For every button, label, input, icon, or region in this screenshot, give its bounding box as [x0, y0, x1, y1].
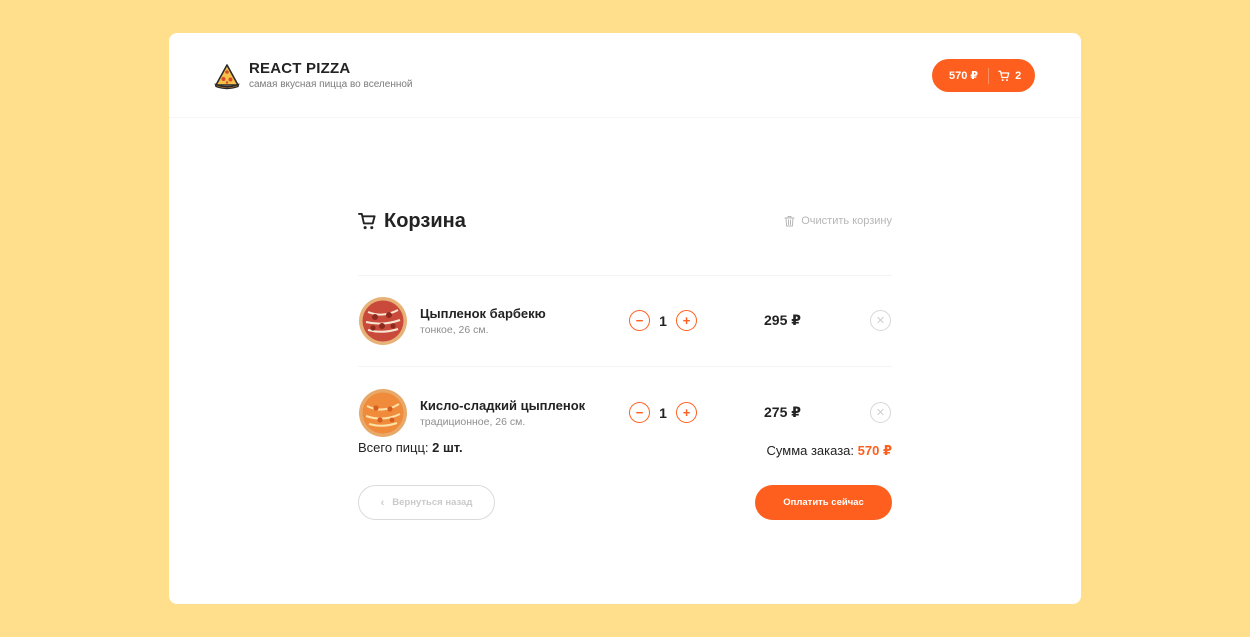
total-count-label: Всего пицц: — [358, 440, 433, 455]
pizza-sweet-sour-image — [359, 389, 407, 437]
back-button[interactable]: ‹ Вернуться назад — [358, 485, 495, 520]
logo-subtitle: самая вкусная пицца во вселенной — [249, 79, 413, 90]
logo[interactable]: REACT PIZZA самая вкусная пицца во вселе… — [213, 60, 413, 91]
item-price: 295 ₽ — [764, 312, 801, 328]
total-sum: Сумма заказа: 570 ₽ — [767, 443, 892, 459]
header-cart-price: 570 ₽ — [949, 70, 979, 82]
header: REACT PIZZA самая вкусная пицца во вселе… — [169, 33, 1081, 118]
cart-title-text: Корзина — [384, 209, 466, 232]
cart-icon — [998, 70, 1010, 81]
item-count: 1 — [659, 404, 667, 421]
remove-item-button[interactable]: ✕ — [870, 402, 891, 423]
close-icon: ✕ — [875, 315, 886, 327]
cart-title: Корзина — [358, 210, 466, 233]
clear-cart-label: Очистить корзину — [801, 215, 892, 227]
item-description: традиционное, 26 см. — [420, 416, 526, 428]
plus-button[interactable]: + — [676, 402, 697, 423]
total-count-value: 2 шт. — [432, 440, 463, 455]
item-name: Кисло-сладкий цыпленок — [420, 398, 586, 413]
logo-title: REACT PIZZA — [249, 60, 351, 77]
trash-icon — [784, 216, 795, 227]
plus-button[interactable]: + — [676, 310, 697, 331]
total-sum-label: Сумма заказа: — [766, 443, 858, 458]
chevron-left-icon: ‹ — [380, 496, 385, 509]
item-count: 1 — [659, 312, 667, 329]
cart-totals: Всего пицц: 2 шт. Сумма заказа: 570 ₽ — [358, 438, 892, 460]
cart-item: Кисло-сладкий цыпленок традиционное, 26 … — [358, 387, 892, 439]
header-cart-count: 2 — [1015, 69, 1022, 82]
back-button-label: Вернуться назад — [392, 497, 473, 508]
total-sum-value: 570 ₽ — [857, 443, 892, 458]
pizza-logo-icon — [214, 63, 240, 89]
header-cart-button[interactable]: 570 ₽ 2 — [932, 59, 1035, 92]
pay-now-button[interactable]: Оплатить сейчас — [755, 485, 892, 520]
cart-top: Корзина Очистить корзину — [358, 200, 892, 242]
page-container: REACT PIZZA самая вкусная пицца во вселе… — [169, 33, 1081, 604]
item-info: Цыпленок барбекю тонкое, 26 см. — [420, 306, 546, 337]
item-description: тонкое, 26 см. — [420, 324, 489, 336]
pizza-bbq-image — [359, 297, 407, 345]
divider — [358, 275, 892, 276]
item-name: Цыпленок барбекю — [420, 306, 546, 321]
clear-cart-button[interactable]: Очистить корзину — [784, 215, 892, 227]
item-info: Кисло-сладкий цыпленок традиционное, 26 … — [420, 398, 585, 429]
cart-item: Цыпленок барбекю тонкое, 26 см. − 1 + 29… — [358, 295, 892, 347]
cart-icon — [358, 212, 376, 229]
header-cart-divider — [988, 67, 990, 84]
pay-button-label: Оплатить сейчас — [783, 497, 864, 508]
minus-button[interactable]: − — [629, 310, 650, 331]
minus-button[interactable]: − — [629, 402, 650, 423]
item-counter: − 1 + — [629, 402, 697, 423]
item-price: 275 ₽ — [764, 404, 801, 420]
item-counter: − 1 + — [629, 310, 697, 331]
divider — [358, 366, 892, 367]
close-icon: ✕ — [875, 407, 886, 419]
total-count: Всего пицц: 2 шт. — [358, 440, 463, 455]
remove-item-button[interactable]: ✕ — [870, 310, 891, 331]
